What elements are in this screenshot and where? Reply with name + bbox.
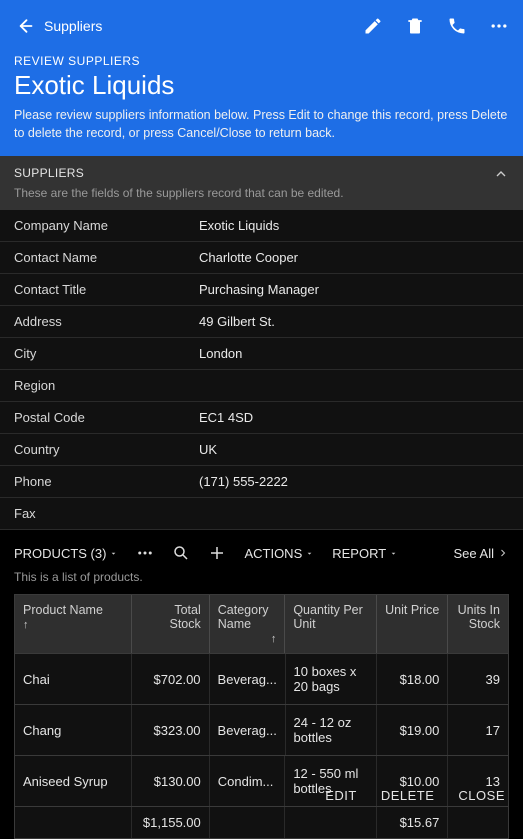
page-description: Please review suppliers information belo… xyxy=(14,107,509,142)
page-subheading: REVIEW SUPPLIERS xyxy=(14,54,509,68)
cell-total: $702.00 xyxy=(132,654,209,704)
field-row[interactable]: CityLondon xyxy=(0,338,523,370)
field-label: Country xyxy=(14,442,199,457)
field-value: Exotic Liquids xyxy=(199,218,279,233)
col-product-name[interactable]: Product Name ↑ xyxy=(15,595,132,653)
cell-price: $19.00 xyxy=(377,705,449,755)
field-row[interactable]: CountryUK xyxy=(0,434,523,466)
cell-qty: 24 - 12 oz bottles xyxy=(286,705,377,755)
col-category-name[interactable]: Category Name ↑ xyxy=(210,595,286,653)
field-value: Purchasing Manager xyxy=(199,282,319,297)
field-row[interactable]: Postal CodeEC1 4SD xyxy=(0,402,523,434)
delete-icon[interactable] xyxy=(405,16,425,36)
edit-icon[interactable] xyxy=(363,16,383,36)
field-value: 49 Gilbert St. xyxy=(199,314,275,329)
col-label: Units In Stock xyxy=(456,603,500,631)
section-hint: These are the fields of the suppliers re… xyxy=(14,186,509,200)
cell-cat: Beverag... xyxy=(210,705,286,755)
page-title: Exotic Liquids xyxy=(14,70,509,101)
table-row[interactable]: Chai $702.00 Beverag... 10 boxes x 20 ba… xyxy=(15,653,508,704)
field-label: Contact Name xyxy=(14,250,199,265)
section-label: SUPPLIERS xyxy=(14,166,509,180)
close-button[interactable]: CLOSE xyxy=(458,788,505,803)
field-row[interactable]: Fax xyxy=(0,498,523,530)
col-label: Total Stock xyxy=(140,603,201,631)
col-unit-price[interactable]: Unit Price xyxy=(377,595,449,653)
cell-stock: 17 xyxy=(448,705,508,755)
field-value: Charlotte Cooper xyxy=(199,250,298,265)
col-label: Quantity Per Unit xyxy=(293,603,367,631)
field-label: City xyxy=(14,346,199,361)
edit-button[interactable]: EDIT xyxy=(325,788,357,803)
sort-asc-icon: ↑ xyxy=(271,633,277,645)
products-hint: This is a list of products. xyxy=(0,566,523,594)
caret-down-icon xyxy=(109,549,118,558)
fields-list: Company NameExotic Liquids Contact NameC… xyxy=(0,210,523,530)
col-label: Category Name xyxy=(218,603,277,631)
field-label: Fax xyxy=(14,506,199,521)
cell-stock: 39 xyxy=(448,654,508,704)
cell-total: $323.00 xyxy=(132,705,209,755)
actions-dropdown[interactable]: ACTIONS xyxy=(244,546,314,561)
field-row[interactable]: Contact NameCharlotte Cooper xyxy=(0,242,523,274)
products-title: PRODUCTS (3) xyxy=(14,546,106,561)
report-label: REPORT xyxy=(332,546,386,561)
cell-cat: Beverag... xyxy=(210,654,286,704)
field-row[interactable]: Company NameExotic Liquids xyxy=(0,210,523,242)
caret-down-icon xyxy=(305,549,314,558)
cell-qty: 10 boxes x 20 bags xyxy=(286,654,377,704)
field-label: Company Name xyxy=(14,218,199,233)
actions-label: ACTIONS xyxy=(244,546,302,561)
col-total-stock[interactable]: Total Stock xyxy=(132,595,210,653)
chevron-up-icon[interactable] xyxy=(493,166,509,182)
products-dropdown[interactable]: PRODUCTS (3) xyxy=(14,546,118,561)
col-label: Unit Price xyxy=(385,603,439,617)
field-label: Phone xyxy=(14,474,199,489)
field-value: UK xyxy=(199,442,217,457)
cell-name: Chai xyxy=(15,654,132,704)
field-value: London xyxy=(199,346,242,361)
more-menu[interactable] xyxy=(136,544,154,562)
phone-icon[interactable] xyxy=(447,16,467,36)
delete-button[interactable]: DELETE xyxy=(381,788,435,803)
col-units-in-stock[interactable]: Units In Stock xyxy=(448,595,508,653)
more-icon[interactable] xyxy=(489,16,509,36)
col-label: Product Name xyxy=(23,603,123,617)
field-row[interactable]: Address49 Gilbert St. xyxy=(0,306,523,338)
see-all-label: See All xyxy=(454,546,494,561)
field-row[interactable]: Phone(171) 555-2222 xyxy=(0,466,523,498)
caret-down-icon xyxy=(389,549,398,558)
cell-price: $18.00 xyxy=(377,654,449,704)
sort-asc-icon: ↑ xyxy=(23,619,123,631)
back-button[interactable] xyxy=(14,16,34,36)
cell-name: Chang xyxy=(15,705,132,755)
field-label: Region xyxy=(14,378,199,393)
field-row[interactable]: Contact TitlePurchasing Manager xyxy=(0,274,523,306)
field-label: Postal Code xyxy=(14,410,199,425)
add-icon[interactable] xyxy=(208,544,226,562)
col-qty-per-unit[interactable]: Quantity Per Unit xyxy=(285,595,376,653)
field-row[interactable]: Region xyxy=(0,370,523,402)
report-dropdown[interactable]: REPORT xyxy=(332,546,398,561)
search-icon[interactable] xyxy=(172,544,190,562)
see-all-link[interactable]: See All xyxy=(454,546,509,561)
field-label: Contact Title xyxy=(14,282,199,297)
back-title: Suppliers xyxy=(44,18,102,34)
field-label: Address xyxy=(14,314,199,329)
field-value: (171) 555-2222 xyxy=(199,474,288,489)
table-row[interactable]: Chang $323.00 Beverag... 24 - 12 oz bott… xyxy=(15,704,508,755)
field-value: EC1 4SD xyxy=(199,410,253,425)
section-header-suppliers[interactable]: SUPPLIERS These are the fields of the su… xyxy=(0,156,523,210)
